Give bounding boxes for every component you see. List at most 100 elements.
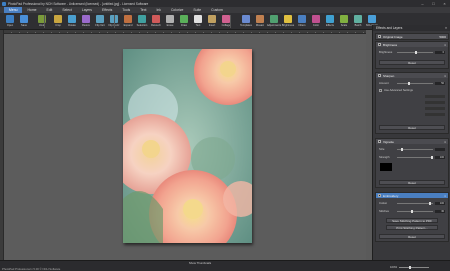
vignette-size-value[interactable] bbox=[435, 147, 445, 151]
toolbar-button-color[interactable]: Color bbox=[309, 14, 323, 29]
zoom-slider-knob[interactable] bbox=[409, 265, 412, 269]
toolbar-button-label: Rotate bbox=[68, 24, 76, 27]
toolbar-button-label: Crop bbox=[55, 24, 61, 27]
embroidery-cotton-slider[interactable] bbox=[397, 201, 433, 205]
toolbar-button-label: Erase bbox=[166, 24, 174, 27]
section-close-icon[interactable]: × bbox=[444, 140, 446, 144]
toolbar-button-label: Color bbox=[312, 24, 320, 27]
toolbar-button-filters[interactable]: Filters bbox=[295, 14, 309, 29]
brightness-checkbox[interactable] bbox=[378, 43, 381, 46]
toolbar-button-selection[interactable]: Selection bbox=[135, 14, 149, 29]
brightness-slider[interactable] bbox=[397, 50, 433, 54]
adjustments-icon bbox=[270, 15, 278, 23]
save-pattern-pdf-button[interactable]: Save Stitching Pattern to PDF bbox=[386, 218, 438, 223]
maximize-icon[interactable]: □ bbox=[428, 0, 439, 7]
toolbar-button-label: Insert bbox=[208, 24, 216, 27]
vignette-checkbox[interactable] bbox=[378, 140, 381, 143]
vignette-size-slider[interactable] bbox=[397, 147, 433, 151]
vignette-strength-knob[interactable] bbox=[431, 155, 434, 159]
close-icon[interactable]: × bbox=[439, 0, 450, 7]
original-checkbox[interactable] bbox=[378, 35, 381, 38]
embroidery-section: Embroidery × Cotton 100 Stitches 30 Save … bbox=[375, 192, 449, 242]
advanced-field bbox=[386, 95, 445, 98]
toolbar-button-mosaic[interactable]: Mosaic bbox=[253, 14, 267, 29]
batch-icon bbox=[354, 15, 362, 23]
vignette-strength-row: Strength 100 bbox=[379, 155, 445, 159]
toolbar-button-draw[interactable]: Draw bbox=[177, 14, 191, 29]
toolbar-button-batch[interactable]: Batch bbox=[351, 14, 365, 29]
toolbar-separator bbox=[44, 15, 45, 28]
resize-icon bbox=[82, 15, 90, 23]
toolbar-button-adjustments[interactable]: Adjustments bbox=[267, 14, 281, 29]
toolbar-button-save[interactable]: Save bbox=[17, 14, 31, 29]
advanced-checkbox[interactable] bbox=[379, 88, 382, 92]
zoom-control[interactable]: 100% bbox=[390, 265, 430, 269]
brightness-reset-button[interactable]: Reset bbox=[379, 60, 445, 65]
toolbar-button-undo[interactable]: Undo bbox=[35, 14, 49, 29]
toolbar-button-flip-vert[interactable]: Flip Vert bbox=[93, 14, 107, 29]
stitches-knob[interactable] bbox=[411, 209, 414, 213]
vignette-section: Vignette × Size Strength 100 Reset bbox=[375, 138, 449, 188]
sharpen-checkbox[interactable] bbox=[378, 74, 381, 77]
section-close-icon[interactable]: × bbox=[444, 43, 446, 47]
toolbar-button-scale[interactable]: Scale bbox=[337, 14, 351, 29]
panel-close-icon[interactable]: × bbox=[445, 26, 447, 30]
save-icon bbox=[20, 15, 28, 23]
print-pattern-button[interactable]: Print Stitching Pattern... bbox=[386, 225, 438, 230]
crop-icon bbox=[54, 15, 62, 23]
advanced-field bbox=[386, 101, 445, 104]
toolbar-button-open[interactable]: Open bbox=[3, 14, 17, 29]
sharpen-reset-button[interactable]: Reset bbox=[379, 125, 445, 130]
toolbar-button-resize[interactable]: Resize bbox=[79, 14, 93, 29]
cotton-value[interactable]: 100 bbox=[435, 201, 445, 205]
advanced-field bbox=[386, 113, 445, 116]
vignette-reset-button[interactable]: Reset bbox=[379, 180, 445, 185]
section-close-icon[interactable]: × bbox=[444, 74, 446, 78]
retouch-icon bbox=[152, 15, 160, 23]
vignette-strength-slider[interactable] bbox=[397, 155, 434, 159]
photo-image[interactable] bbox=[123, 49, 252, 243]
toolbar-button-brightness[interactable]: Brightness bbox=[281, 14, 295, 29]
toolbar-button-label: Adjustments bbox=[266, 24, 282, 27]
toolbar-button-retouch[interactable]: Retouch bbox=[149, 14, 163, 29]
toolbar-button-text[interactable]: Text bbox=[191, 14, 205, 29]
toolbar-button-templates[interactable]: Templates bbox=[239, 14, 253, 29]
toolbar-button-crop[interactable]: Crop bbox=[51, 14, 65, 29]
stitches-value[interactable]: 30 bbox=[435, 209, 445, 213]
color-icon bbox=[312, 15, 320, 23]
toolbar-button-effects[interactable]: Effects bbox=[323, 14, 337, 29]
effects-icon bbox=[326, 15, 334, 23]
effects-panel: Effects and Layers × Original Image 5000 B… bbox=[372, 25, 450, 260]
brightness-slider-knob[interactable] bbox=[415, 50, 417, 54]
toolbar-button-label: Brightness bbox=[281, 24, 295, 27]
sharpen-amount-value[interactable]: 50 bbox=[435, 81, 445, 85]
sharpen-amount-slider[interactable] bbox=[397, 81, 433, 85]
brightness-icon bbox=[284, 15, 292, 23]
embroidery-checkbox[interactable] bbox=[378, 194, 381, 197]
toolbar-button-label: Resize bbox=[82, 24, 90, 27]
vignette-size-knob[interactable] bbox=[400, 147, 403, 151]
vignette-strength-value[interactable]: 100 bbox=[435, 155, 445, 159]
embroidery-stitches-slider[interactable] bbox=[397, 209, 433, 213]
advanced-settings-row[interactable]: Use Advanced Settings bbox=[379, 88, 445, 92]
toolbar-button-expand[interactable]: Expand bbox=[121, 14, 135, 29]
show-thumbnails-toggle[interactable]: Show Thumbnails bbox=[176, 261, 224, 265]
toolbar-button-label: Templates bbox=[240, 24, 252, 27]
toolbar-button-label: Scale bbox=[340, 24, 348, 27]
embroidery-cotton-row: Cotton 100 bbox=[379, 201, 445, 205]
brightness-value[interactable]: 0 bbox=[435, 50, 445, 54]
zoom-slider[interactable] bbox=[399, 265, 430, 269]
toolbar-button-erase[interactable]: Erase bbox=[163, 14, 177, 29]
toolbar-button-insert[interactable]: Insert bbox=[205, 14, 219, 29]
toolbar-button-label: Selection bbox=[136, 24, 148, 27]
toolbar-button-rotate[interactable]: Rotate bbox=[65, 14, 79, 29]
original-image-section[interactable]: Original Image 5000 bbox=[375, 33, 449, 40]
templates-icon bbox=[242, 15, 250, 23]
section-close-icon[interactable]: × bbox=[444, 194, 446, 198]
vignette-color-swatch[interactable] bbox=[380, 163, 392, 171]
toolbar-button-label: Draw bbox=[180, 24, 188, 27]
embroidery-reset-button[interactable]: Reset bbox=[379, 234, 445, 239]
minimize-icon[interactable]: – bbox=[417, 0, 428, 7]
cotton-knob[interactable] bbox=[429, 201, 432, 205]
sharpen-slider-knob[interactable] bbox=[407, 81, 410, 85]
